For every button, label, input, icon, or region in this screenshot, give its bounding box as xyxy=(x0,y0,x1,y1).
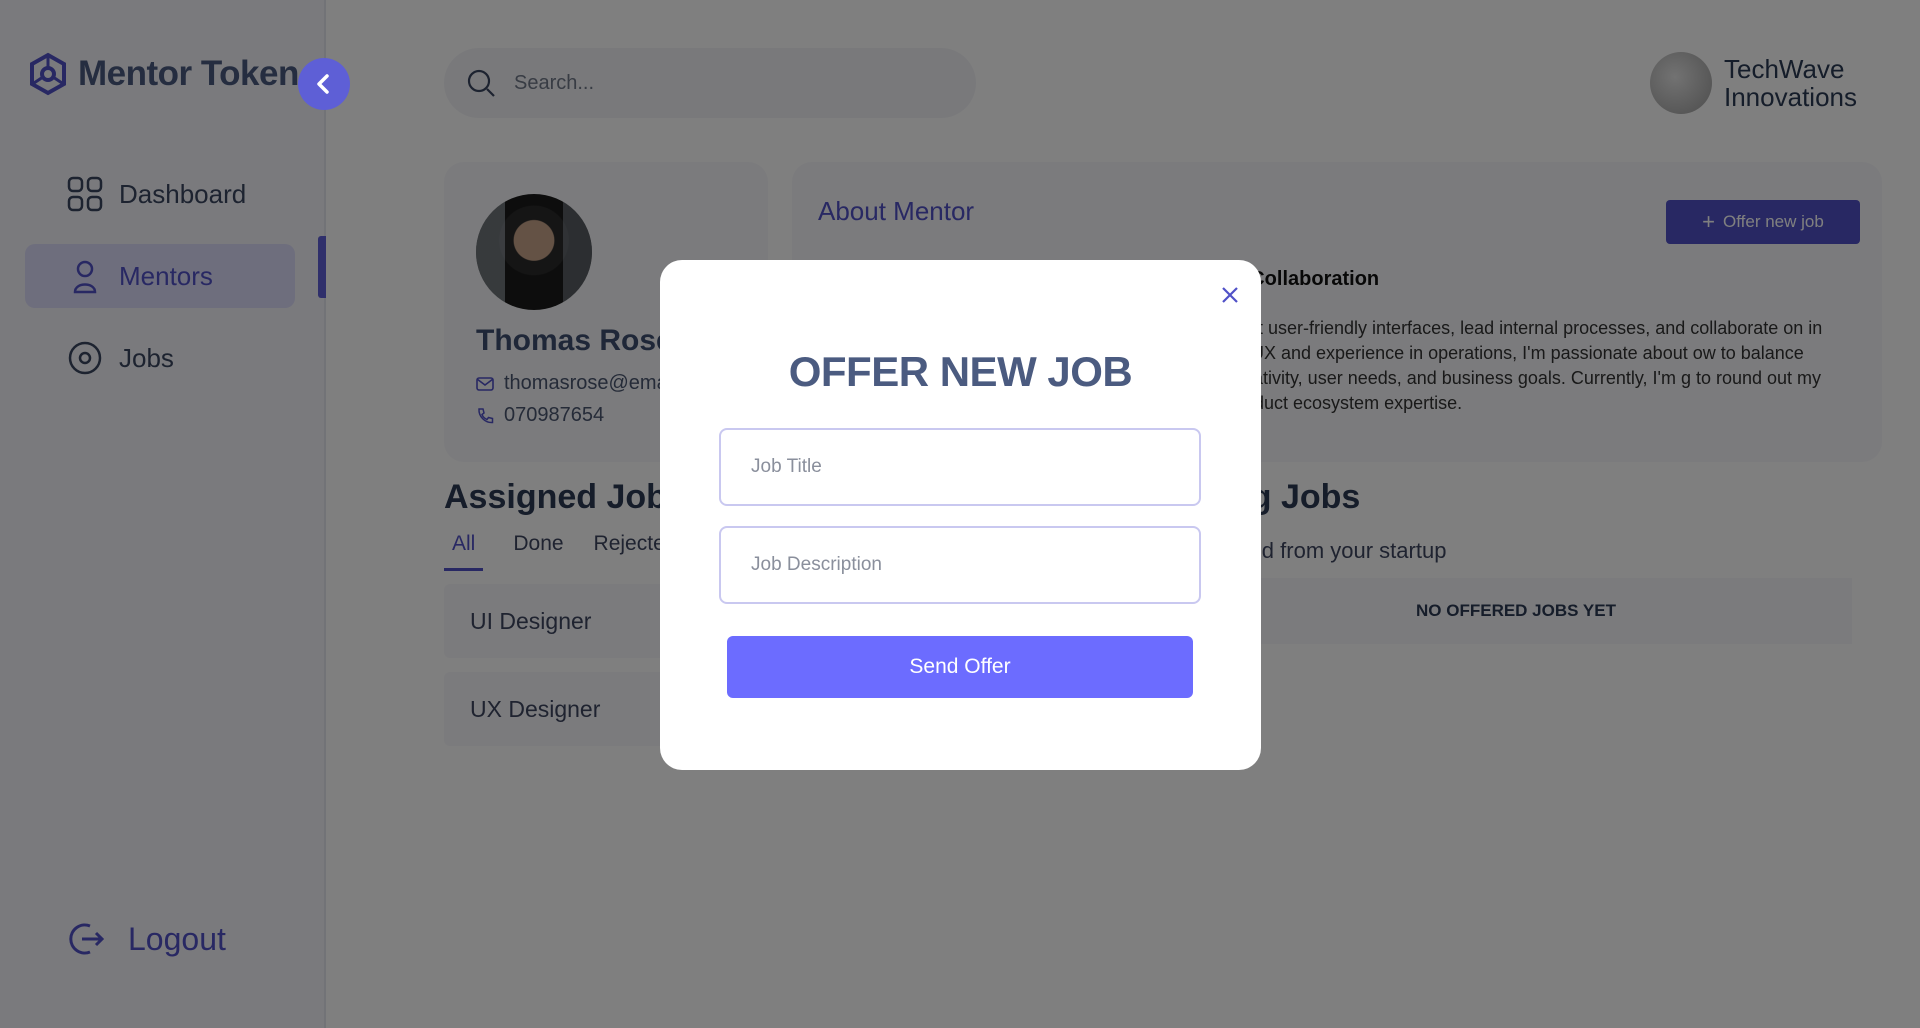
job-title-input[interactable] xyxy=(719,428,1201,506)
modal-title: OFFER NEW JOB xyxy=(788,348,1133,395)
collapse-sidebar-button[interactable] xyxy=(298,58,350,110)
close-button[interactable] xyxy=(1215,280,1245,310)
offer-job-modal: OFFER NEW JOB Send Offer xyxy=(660,260,1261,770)
job-description-input[interactable] xyxy=(719,526,1201,604)
close-icon xyxy=(1222,287,1238,303)
chevron-left-icon xyxy=(317,74,329,94)
send-offer-button[interactable]: Send Offer xyxy=(727,636,1193,698)
